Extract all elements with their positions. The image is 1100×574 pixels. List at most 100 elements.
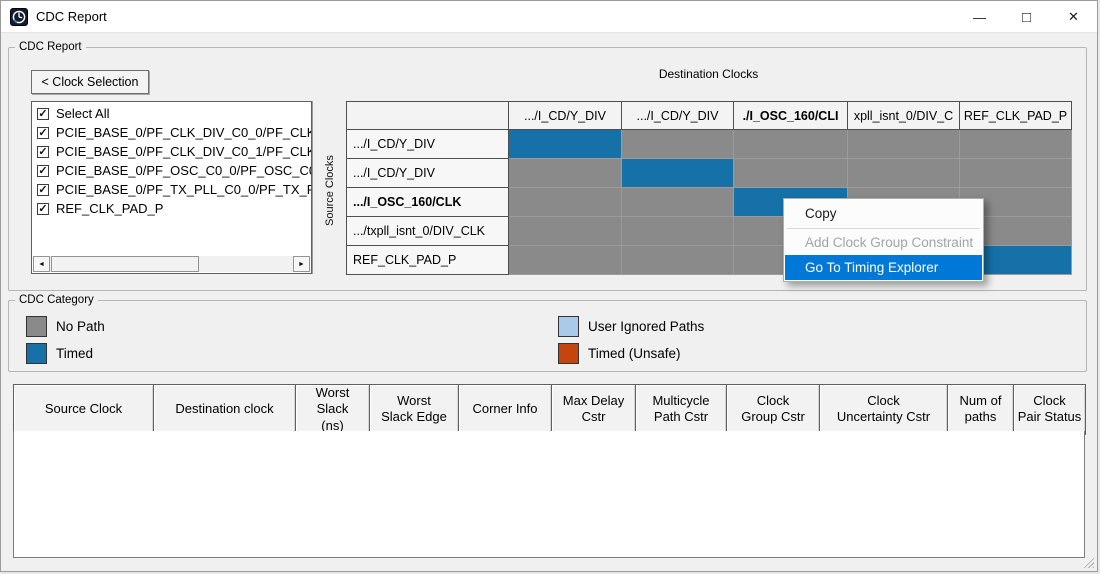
menu-separator <box>787 228 980 229</box>
paths-column-header[interactable]: Worst Slack (ns) <box>296 385 370 435</box>
destination-clocks-label: Destination Clocks <box>346 67 1071 81</box>
window-controls: — □ ✕ <box>956 1 1097 33</box>
matrix-corner-cell <box>347 102 509 130</box>
window-title: CDC Report <box>36 9 107 24</box>
maximize-icon[interactable]: □ <box>1003 1 1050 33</box>
matrix-cell-nopath[interactable] <box>509 188 622 217</box>
minimize-icon[interactable]: — <box>956 1 1003 33</box>
matrix-cell-timed[interactable] <box>622 159 734 188</box>
matrix-cell-nopath[interactable] <box>848 159 960 188</box>
clock-selection-button[interactable]: < Clock Selection <box>31 70 149 94</box>
matrix-column-header[interactable]: .../I_CD/Y_DIV <box>622 102 734 130</box>
clock-list[interactable]: ✓ Select All ✓ PCIE_BASE_0/PF_CLK_DIV_C0_0/… <box>31 101 312 274</box>
clock-name: PCIE_BASE_0/PF_OSC_C0_0/PF_OSC_C0_0 <box>56 163 311 178</box>
matrix-row: .../I_CD/Y_DIV <box>347 130 1072 159</box>
app-clock-icon <box>10 8 28 26</box>
checkbox-icon[interactable]: ✓ <box>37 165 49 177</box>
paths-column-header[interactable]: Source Clock <box>14 385 154 435</box>
legend-color-chip <box>26 316 47 337</box>
matrix-row-header[interactable]: .../I_CD/Y_DIV <box>347 130 509 159</box>
clock-name: Select All <box>56 106 109 121</box>
clock-list-item[interactable]: ✓ PCIE_BASE_0/PF_OSC_C0_0/PF_OSC_C0_0 <box>32 161 311 180</box>
clock-list-item[interactable]: ✓ Select All <box>32 104 311 123</box>
legend-left-column: No Path Timed <box>26 315 105 369</box>
checkbox-icon[interactable]: ✓ <box>37 184 49 196</box>
paths-table: Source ClockDestination clockWorst Slack… <box>13 384 1086 435</box>
legend-color-chip <box>26 343 47 364</box>
menu-item[interactable]: Go To Timing Explorer <box>785 255 982 280</box>
scroll-right-icon[interactable]: ► <box>293 256 310 272</box>
checkbox-icon[interactable]: ✓ <box>37 146 49 158</box>
scroll-track[interactable] <box>199 256 293 272</box>
context-menu: Copy Add Clock Group ConstraintGo To Timi… <box>783 198 984 282</box>
cdc-category-group <box>8 300 1087 372</box>
paths-column-header[interactable]: Destination clock <box>154 385 296 435</box>
menu-item: Add Clock Group Constraint <box>785 230 982 255</box>
matrix-cell-nopath[interactable] <box>960 159 1072 188</box>
paths-column-header[interactable]: Worst Slack Edge <box>370 385 459 435</box>
legend-label: Timed <box>56 346 93 361</box>
matrix-cell-nopath[interactable] <box>960 130 1072 159</box>
cdc-report-window: CDC Report — □ ✕ CDC Report < Clock Sele… <box>0 0 1098 572</box>
paths-column-header[interactable]: Clock Group Cstr <box>727 385 820 435</box>
matrix-row-header[interactable]: .../txpll_isnt_0/DIV_CLK <box>347 217 509 246</box>
close-icon[interactable]: ✕ <box>1050 1 1097 33</box>
matrix-cell-nopath[interactable] <box>622 246 734 275</box>
matrix-row-header[interactable]: .../I_CD/Y_DIV <box>347 159 509 188</box>
legend-color-chip <box>558 316 579 337</box>
clock-list-item[interactable]: ✓ REF_CLK_PAD_P <box>32 199 311 218</box>
scroll-thumb[interactable] <box>51 256 199 272</box>
scroll-left-icon[interactable]: ◄ <box>33 256 50 272</box>
paths-table-body <box>13 431 1085 558</box>
paths-column-header[interactable]: Max Delay Cstr <box>552 385 636 435</box>
legend-item: Timed (Unsafe) <box>558 342 704 364</box>
matrix-row-header[interactable]: .../I_OSC_160/CLK <box>347 188 509 217</box>
legend-item: Timed <box>26 342 105 364</box>
title-bar: CDC Report — □ ✕ <box>1 1 1097 33</box>
matrix-column-header[interactable]: xpll_isnt_0/DIV_C <box>848 102 960 130</box>
matrix-column-header[interactable]: .../I_CD/Y_DIV <box>509 102 622 130</box>
matrix-cell-timed[interactable] <box>509 130 622 159</box>
clock-name: PCIE_BASE_0/PF_CLK_DIV_C0_0/PF_CLK_D <box>56 125 311 140</box>
matrix-cell-nopath[interactable] <box>509 159 622 188</box>
checkbox-icon[interactable]: ✓ <box>37 108 49 120</box>
clock-name: PCIE_BASE_0/PF_TX_PLL_C0_0/PF_TX_PLL <box>56 182 311 197</box>
clock-list-hscrollbar[interactable]: ◄ ► <box>33 256 310 272</box>
cdc-category-group-label: CDC Category <box>15 294 98 307</box>
matrix-cell-nopath[interactable] <box>622 130 734 159</box>
menu-item[interactable]: Copy <box>785 200 982 227</box>
clock-list-item[interactable]: ✓ PCIE_BASE_0/PF_TX_PLL_C0_0/PF_TX_PLL <box>32 180 311 199</box>
matrix-cell-nopath[interactable] <box>734 159 848 188</box>
matrix-column-header[interactable]: ./I_OSC_160/CLI <box>734 102 848 130</box>
clock-list-item[interactable]: ✓ PCIE_BASE_0/PF_CLK_DIV_C0_1/PF_CLK_D <box>32 142 311 161</box>
matrix-row: .../I_CD/Y_DIV <box>347 159 1072 188</box>
checkbox-icon[interactable]: ✓ <box>37 203 49 215</box>
matrix-row-header[interactable]: REF_CLK_PAD_P <box>347 246 509 275</box>
legend-right-column: User Ignored Paths Timed (Unsafe) <box>558 315 704 369</box>
checkbox-icon[interactable]: ✓ <box>37 127 49 139</box>
paths-column-header[interactable]: Num of paths <box>948 385 1014 435</box>
clock-list-item[interactable]: ✓ PCIE_BASE_0/PF_CLK_DIV_C0_0/PF_CLK_D <box>32 123 311 142</box>
cdc-report-group-label: CDC Report <box>15 41 86 54</box>
paths-column-header[interactable]: Clock Uncertainty Cstr <box>820 385 948 435</box>
matrix-cell-nopath[interactable] <box>509 217 622 246</box>
matrix-cell-nopath[interactable] <box>622 217 734 246</box>
matrix-cell-nopath[interactable] <box>509 246 622 275</box>
matrix-cell-nopath[interactable] <box>622 188 734 217</box>
clock-name: REF_CLK_PAD_P <box>56 201 163 216</box>
legend-label: No Path <box>56 319 105 334</box>
legend-label: User Ignored Paths <box>588 319 704 334</box>
paths-table-header-row: Source ClockDestination clockWorst Slack… <box>14 385 1086 435</box>
legend-color-chip <box>558 343 579 364</box>
matrix-header-row: .../I_CD/Y_DIV.../I_CD/Y_DIV./I_OSC_160/… <box>347 102 1072 130</box>
legend-item: No Path <box>26 315 105 337</box>
paths-column-header[interactable]: Clock Pair Status <box>1014 385 1086 435</box>
legend-label: Timed (Unsafe) <box>588 346 681 361</box>
legend-item: User Ignored Paths <box>558 315 704 337</box>
matrix-cell-nopath[interactable] <box>848 130 960 159</box>
paths-column-header[interactable]: Corner Info <box>459 385 552 435</box>
matrix-cell-nopath[interactable] <box>734 130 848 159</box>
paths-column-header[interactable]: Multicycle Path Cstr <box>636 385 727 435</box>
matrix-column-header[interactable]: REF_CLK_PAD_P <box>960 102 1072 130</box>
clock-name: PCIE_BASE_0/PF_CLK_DIV_C0_1/PF_CLK_D <box>56 144 311 159</box>
